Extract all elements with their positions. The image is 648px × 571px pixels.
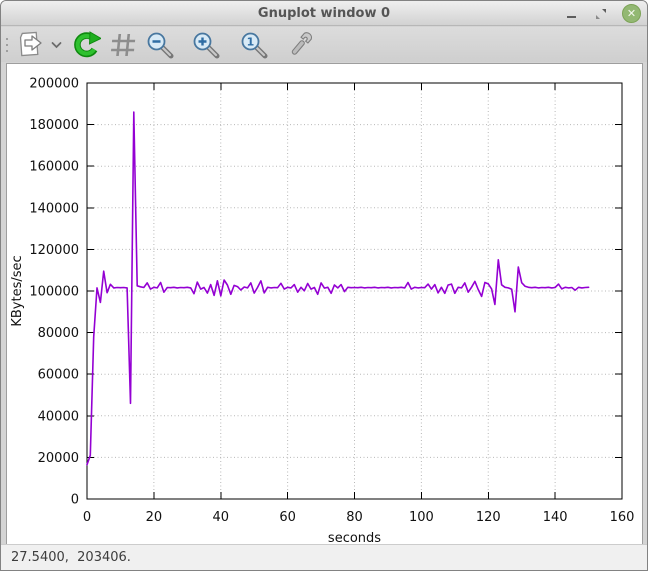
zoom-previous-button[interactable] (141, 30, 179, 60)
export-options-button[interactable] (49, 30, 64, 60)
x-tick-label: 120 (476, 510, 501, 525)
statusbar: 27.5400, 203406. (1, 544, 647, 570)
y-tick-label: 20000 (38, 451, 79, 466)
maximize-button[interactable] (592, 5, 610, 23)
y-tick-label: 100000 (29, 285, 79, 300)
maximize-icon (595, 8, 607, 20)
zoom-out-icon (145, 31, 175, 59)
mouse-coordinates: 27.5400, 203406. (1, 550, 131, 565)
y-tick-label: 140000 (29, 201, 79, 216)
data-series-line (87, 112, 589, 465)
window-controls: ✕ (562, 1, 641, 26)
zoom-in-icon (191, 31, 221, 59)
close-button[interactable]: ✕ (622, 4, 641, 23)
minimize-icon (567, 16, 576, 18)
y-tick-label: 160000 (29, 160, 79, 175)
replot-button[interactable] (68, 30, 105, 60)
x-tick-label: 40 (212, 510, 229, 525)
y-tick-label: 40000 (38, 409, 79, 424)
refresh-icon (72, 31, 101, 59)
x-tick-label: 140 (543, 510, 568, 525)
grid-icon (109, 32, 137, 58)
zoom-reset-icon: 1 (239, 31, 269, 59)
y-tick-label: 80000 (38, 326, 79, 341)
plot-canvas[interactable]: 0 20 40 60 80 100 120 140 160 0 20000 40000 60000 800… (6, 63, 643, 545)
y-tick-label: 200000 (29, 77, 79, 92)
export-button[interactable] (11, 30, 49, 60)
x-tick-label: 160 (610, 510, 635, 525)
y-axis-label: KBytes/sec (10, 255, 25, 326)
export-document-icon (15, 31, 45, 58)
x-tick-label: 80 (346, 510, 363, 525)
gnuplot-window: Gnuplot window 0 ✕ (0, 0, 648, 571)
toggle-grid-button[interactable] (105, 30, 141, 60)
zoom-next-button[interactable] (187, 30, 225, 60)
options-button[interactable] (281, 30, 319, 60)
x-tick-label: 100 (409, 510, 434, 525)
close-icon: ✕ (627, 8, 636, 19)
svg-text:1: 1 (247, 35, 255, 48)
plot-svg[interactable]: 0 20 40 60 80 100 120 140 160 0 20000 40000 60000 800… (7, 64, 644, 546)
x-tick-label: 20 (146, 510, 163, 525)
toolbar: 1 (1, 27, 647, 62)
toolbar-drag-handle[interactable] (3, 34, 11, 56)
x-tick-label: 0 (83, 510, 91, 525)
unzoom-all-button[interactable]: 1 (235, 30, 273, 60)
x-tick-label: 60 (279, 510, 296, 525)
minimize-button[interactable] (562, 5, 580, 23)
window-title: Gnuplot window 0 (258, 6, 390, 21)
y-tick-label: 120000 (29, 243, 79, 258)
wrench-icon (285, 31, 315, 59)
y-tick-label: 0 (71, 493, 79, 508)
y-tick-label: 60000 (38, 368, 79, 383)
titlebar[interactable]: Gnuplot window 0 ✕ (1, 1, 647, 26)
chevron-down-icon (51, 41, 62, 49)
y-tick-label: 180000 (29, 118, 79, 133)
